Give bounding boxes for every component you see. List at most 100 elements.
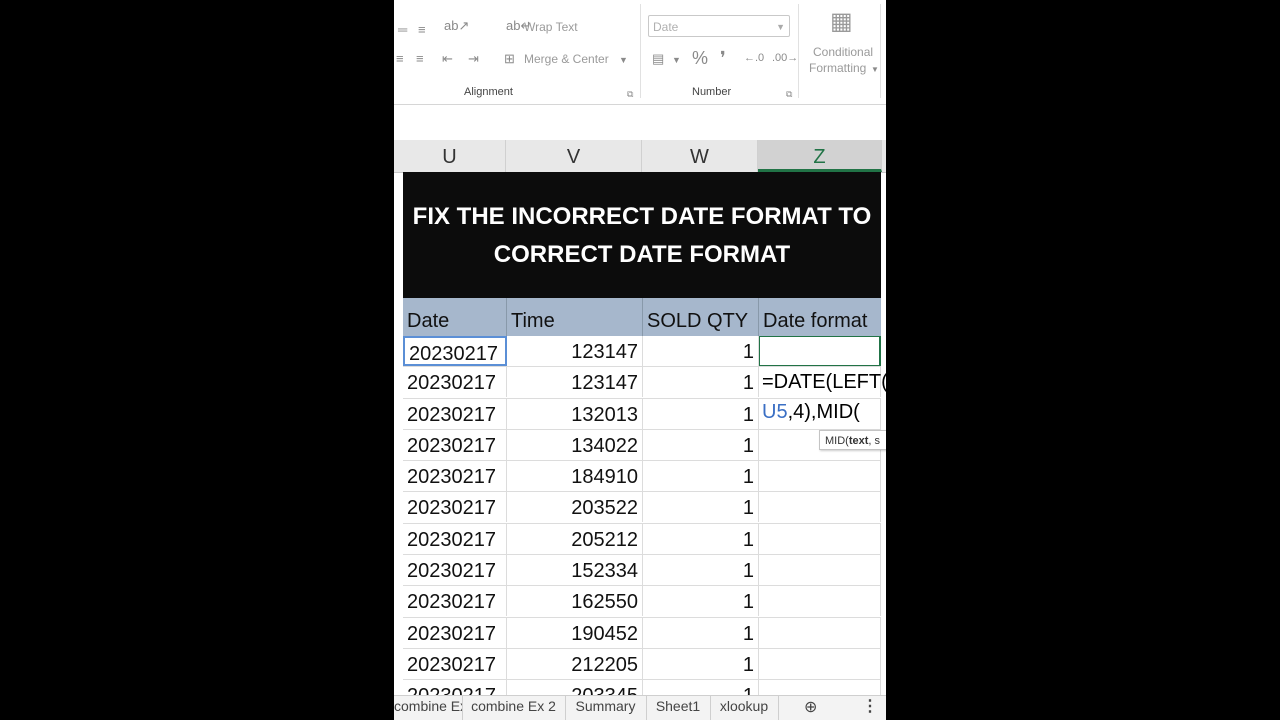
cell-date-format[interactable]	[759, 523, 881, 554]
cell-sold-qty[interactable]: 1	[643, 617, 759, 648]
sheet-tab-xlookup[interactable]: xlookup	[710, 696, 779, 720]
tooltip-rest: , s	[868, 435, 881, 447]
cell-time[interactable]: 134022	[507, 429, 643, 460]
cell-date-format[interactable]	[759, 648, 881, 679]
title-banner: FIX THE INCORRECT DATE FORMAT TO CORRECT…	[403, 172, 881, 298]
sheet-tab-combine-ex-1[interactable]: combine Ex 1	[394, 696, 463, 720]
table-row: 20230217 123147 1	[403, 336, 881, 368]
cell-date-format[interactable]	[759, 617, 881, 648]
align-left-icon[interactable]: ≡	[396, 51, 404, 67]
cell-date[interactable]: 20230217	[403, 617, 507, 648]
merge-center-button[interactable]: Merge & Center	[524, 52, 609, 66]
table-row: 20230217 134022 1	[403, 429, 881, 462]
wrap-text-button[interactable]: Wrap Text	[524, 20, 578, 34]
align-middle-icon[interactable]: ≡	[418, 22, 426, 38]
cell-sold-qty[interactable]: 1	[643, 648, 759, 679]
cell-sold-qty[interactable]: 1	[643, 492, 759, 523]
cell-time[interactable]: 152334	[507, 555, 643, 586]
cell-sold-qty[interactable]: 1	[643, 336, 759, 366]
orientation-icon[interactable]: ab↗	[444, 18, 469, 34]
conditional-formatting-icon[interactable]: ▦	[830, 10, 853, 34]
cell-sold-qty[interactable]: 1	[643, 461, 759, 492]
cell-sold-qty[interactable]: 1	[643, 555, 759, 586]
column-header-u[interactable]: U	[394, 140, 506, 172]
cell-date[interactable]: 20230217	[403, 648, 507, 679]
accounting-format-icon[interactable]: ▤	[652, 51, 664, 67]
decrease-indent-icon[interactable]: ⇤	[442, 51, 453, 67]
dialog-launcher-icon[interactable]: ⧉	[786, 86, 792, 102]
cell-date[interactable]: 20230217	[403, 336, 507, 366]
chevron-down-icon[interactable]: ▼	[672, 52, 681, 68]
cell-sold-qty[interactable]: 1	[643, 523, 759, 554]
tooltip-arg: text	[848, 435, 869, 447]
cell-sold-qty[interactable]: 1	[643, 367, 759, 398]
column-headers: U V W Z	[394, 140, 886, 173]
header-date[interactable]: Date	[403, 298, 507, 336]
cell-date[interactable]: 20230217	[403, 429, 507, 460]
cell-date[interactable]: 20230217	[403, 523, 507, 554]
sheet-tab-combine-ex-2[interactable]: combine Ex 2	[462, 696, 566, 720]
merge-center-icon: ⊞	[504, 51, 515, 66]
column-header-z[interactable]: Z	[758, 140, 882, 172]
ribbon-separator	[798, 4, 799, 98]
sheet-tab-summary[interactable]: Summary	[565, 696, 647, 720]
cell-date[interactable]: 20230217	[403, 492, 507, 523]
table-row: 20230217 203522 1	[403, 492, 881, 524]
add-sheet-icon[interactable]: ⊕	[804, 697, 817, 717]
cell-date-format[interactable]	[759, 492, 881, 523]
percent-style-button[interactable]: %	[692, 48, 708, 69]
increase-decimal-icon[interactable]: ←.0	[744, 50, 764, 66]
cell-time[interactable]: 190452	[507, 617, 643, 648]
cell-date[interactable]: 20230217	[403, 367, 507, 398]
ribbon: ═ ≡ ab↗ ab↵ Wrap Text ≡ ≡ ⇤ ⇥ ⊞ Merge & …	[394, 0, 886, 105]
cell-date[interactable]: 20230217	[403, 461, 507, 492]
cell-date[interactable]: 20230217	[403, 398, 507, 429]
formula-mid: ,MID(	[810, 401, 860, 423]
group-label-number: Number	[692, 86, 732, 98]
chevron-down-icon[interactable]: ▼	[871, 62, 879, 78]
increase-indent-icon[interactable]: ⇥	[468, 51, 479, 67]
cell-date-format[interactable]	[759, 586, 881, 617]
chevron-down-icon[interactable]: ▼	[619, 52, 628, 68]
decrease-decimal-icon[interactable]: .00→	[772, 50, 798, 66]
cell-sold-qty[interactable]: 1	[643, 429, 759, 460]
formula-date-left: =DATE(LEFT(	[762, 371, 886, 393]
cell-time[interactable]: 123147	[507, 336, 643, 366]
cell-sold-qty[interactable]: 1	[643, 398, 759, 429]
number-format-dropdown[interactable]: Date ▼	[648, 15, 790, 37]
table-row: 20230217 212205 1	[403, 648, 881, 681]
function-tooltip[interactable]: MID(text, s	[819, 430, 886, 450]
header-date-format[interactable]: Date format	[759, 298, 881, 336]
cell-time[interactable]: 123147	[507, 367, 643, 398]
conditional-formatting-label-2[interactable]: Formatting	[809, 61, 866, 75]
align-top-icon[interactable]: ═	[398, 22, 407, 38]
header-time[interactable]: Time	[507, 298, 643, 336]
cell-time[interactable]: 184910	[507, 461, 643, 492]
column-header-v[interactable]: V	[506, 140, 642, 172]
formula-part-2: U5,4),MID(	[762, 401, 860, 424]
sheet-tab-sheet1[interactable]: Sheet1	[646, 696, 711, 720]
header-sold-qty[interactable]: SOLD QTY	[643, 298, 759, 336]
cell-date-format[interactable]	[759, 336, 881, 366]
chevron-down-icon: ▼	[776, 22, 785, 32]
cell-date-format[interactable]	[759, 461, 881, 492]
cell-time[interactable]: 205212	[507, 523, 643, 554]
cell-sold-qty[interactable]: 1	[643, 586, 759, 617]
banner-line-2: CORRECT DATE FORMAT	[493, 241, 791, 268]
conditional-formatting-label-1[interactable]: Conditional	[813, 45, 873, 59]
cell-date[interactable]: 20230217	[403, 586, 507, 617]
dialog-launcher-icon[interactable]: ⧉	[627, 86, 633, 102]
tooltip-fn: MID(	[825, 435, 849, 447]
more-options-icon[interactable]: ⋮	[862, 696, 878, 716]
cell-time[interactable]: 203522	[507, 492, 643, 523]
formula-ref: U5	[762, 401, 788, 423]
column-header-w[interactable]: W	[642, 140, 758, 172]
table-row: 20230217 162550 1	[403, 586, 881, 618]
cell-date[interactable]: 20230217	[403, 555, 507, 586]
align-right-icon[interactable]: ≡	[416, 51, 424, 67]
cell-time[interactable]: 132013	[507, 398, 643, 429]
cell-time[interactable]: 212205	[507, 648, 643, 679]
cell-time[interactable]: 162550	[507, 586, 643, 617]
cell-date-format[interactable]	[759, 555, 881, 586]
comma-style-button[interactable]: ❜	[720, 48, 726, 69]
